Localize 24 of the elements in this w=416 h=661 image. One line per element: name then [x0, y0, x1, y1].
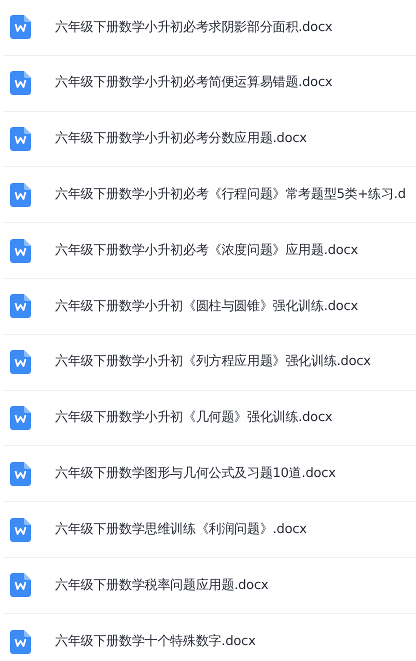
- document-icon: [10, 573, 31, 598]
- document-icon: [10, 238, 31, 263]
- document-icon: [10, 630, 31, 654]
- document-icon: [10, 71, 31, 96]
- file-name[interactable]: 六年级下册数学小升初必考《浓度问题》应用题.docx: [55, 240, 358, 260]
- file-name[interactable]: 六年级下册数学小升初《列方程应用题》强化训练.docx: [55, 352, 371, 372]
- file-name[interactable]: 六年级下册数学小升初必考求阴影部分面积.docx: [55, 18, 332, 38]
- document-icon: [10, 462, 31, 486]
- document-icon: [10, 406, 31, 430]
- file-name[interactable]: 六年级下册数学税率问题应用题.docx: [55, 576, 268, 596]
- document-icon: [10, 126, 31, 151]
- file-name[interactable]: 六年级下册数学图形与几何公式及习题10道.docx: [55, 464, 336, 484]
- file-name[interactable]: 六年级下册数学小升初必考简便运算易错题.docx: [55, 73, 332, 93]
- file-name[interactable]: 六年级下册数学小升初必考分数应用题.docx: [55, 129, 307, 149]
- file-name[interactable]: 六年级下册数学小升初《几何题》强化训练.docx: [55, 408, 332, 428]
- document-icon: [10, 294, 31, 318]
- document-icon: [10, 518, 31, 542]
- file-name[interactable]: 六年级下册数学思维训练《利润问题》.docx: [55, 520, 307, 540]
- file-name[interactable]: 六年级下册数学十个特殊数字.docx: [55, 632, 256, 652]
- document-icon: [10, 182, 31, 207]
- document-icon: [10, 15, 31, 40]
- file-name[interactable]: 六年级下册数学小升初必考《行程问题》常考题型5类+练习.d: [55, 185, 406, 205]
- file-name[interactable]: 六年级下册数学小升初《圆柱与圆锥》强化训练.docx: [55, 296, 358, 316]
- document-icon: [10, 350, 31, 374]
